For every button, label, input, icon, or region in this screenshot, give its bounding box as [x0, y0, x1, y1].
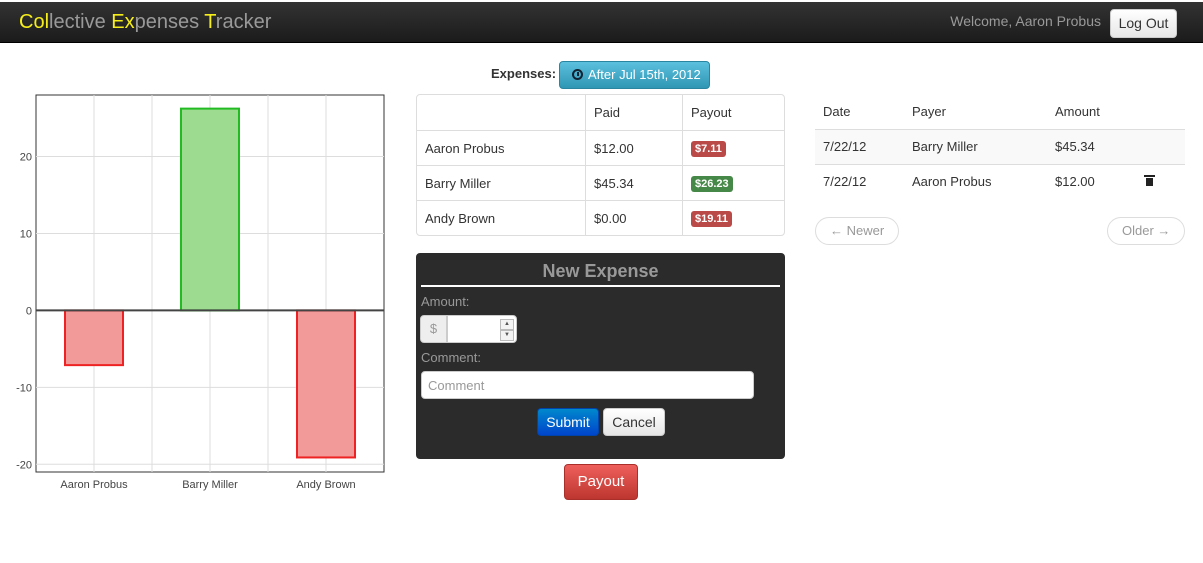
- table-row: 7/22/12 Barry Miller $45.34: [815, 128, 1185, 164]
- paid-amount: $45.34: [585, 165, 682, 200]
- spin-up-icon[interactable]: ▲: [500, 319, 514, 330]
- table-row: 7/22/12 Aaron Probus $12.00: [815, 163, 1185, 199]
- payout-chart-svg: -20 -10 0 10 20 Aaron Probus Barry Miller Andy …: [16, 94, 385, 491]
- y-tick-label: 10: [20, 228, 32, 240]
- y-tick-label: -10: [16, 382, 32, 394]
- expense-amount: $45.34: [1047, 128, 1137, 164]
- y-tick-label: 0: [26, 305, 32, 317]
- spin-down-icon[interactable]: ▼: [500, 330, 514, 341]
- brand-part: racker: [215, 11, 272, 33]
- expense-list-table: Date Payer Amount 7/22/12 Barry Miller $…: [815, 94, 1185, 199]
- payout-summary-table: Paid Payout Aaron Probus $12.00 $7.11 Ba…: [416, 94, 785, 236]
- welcome-text: Welcome, Aaron Probus: [950, 13, 1101, 29]
- currency-addon: $: [420, 315, 447, 343]
- cancel-button[interactable]: Cancel: [603, 408, 665, 436]
- y-tick-label: 20: [20, 152, 32, 164]
- brand-part: penses: [134, 11, 205, 33]
- column-header: Date: [823, 103, 851, 119]
- brand-part: lective: [49, 11, 112, 33]
- column-header: Payout: [682, 95, 784, 130]
- brand-part: T: [204, 11, 216, 33]
- paid-amount: $12.00: [585, 130, 682, 165]
- column-header: Amount: [1055, 103, 1100, 119]
- x-tick-label: Aaron Probus: [60, 479, 128, 491]
- table-header-row: Date Payer Amount: [815, 94, 1185, 129]
- expense-date: 7/22/12: [815, 128, 904, 164]
- navbar: Collective Expenses Tracker Welcome, Aar…: [0, 2, 1203, 43]
- person-name: Andy Brown: [417, 200, 585, 235]
- comment-input[interactable]: [421, 371, 754, 399]
- date-filter-button[interactable]: After Jul 15th, 2012: [559, 61, 710, 89]
- newer-button[interactable]: ← Newer: [815, 217, 900, 245]
- payout-badge: $26.23: [691, 175, 733, 192]
- payout-chart: -20 -10 0 10 20 Aaron Probus Barry Miller Andy …: [0, 90, 400, 500]
- y-tick-label: -20: [16, 459, 32, 471]
- table-row: Andy Brown $0.00 $19.11: [417, 200, 784, 235]
- payout-badge: $7.11: [691, 140, 726, 157]
- chart-bar: [64, 309, 124, 367]
- amount-label: Amount:: [421, 294, 470, 309]
- person-name: Barry Miller: [417, 165, 585, 200]
- x-tick-label: Andy Brown: [296, 479, 355, 491]
- expense-payer: Barry Miller: [904, 128, 1047, 164]
- trash-icon[interactable]: [1144, 175, 1155, 187]
- brand-part: Col: [19, 11, 50, 33]
- chart-bar: [296, 309, 356, 459]
- column-header: [417, 95, 585, 130]
- brand-part: Ex: [111, 11, 135, 33]
- paid-amount: $0.00: [585, 200, 682, 235]
- payout-badge: $19.11: [691, 210, 733, 227]
- amount-input[interactable]: ▲ ▼: [447, 315, 517, 343]
- chart-bar: [180, 107, 240, 312]
- new-expense-form: New Expense Amount: $ ▲ ▼ Comment: Submi…: [416, 253, 785, 459]
- table-row: Barry Miller $45.34 $26.23: [417, 165, 784, 200]
- table-row: Aaron Probus $12.00 $7.11: [417, 130, 784, 165]
- payout-button[interactable]: Payout: [564, 464, 638, 500]
- expense-payer: Aaron Probus: [904, 163, 1047, 199]
- submit-button[interactable]: Submit: [537, 408, 599, 436]
- person-name: Aaron Probus: [417, 130, 585, 165]
- app-brand[interactable]: Collective Expenses Tracker: [19, 11, 271, 34]
- form-title: New Expense: [421, 261, 780, 287]
- comment-label: Comment:: [421, 350, 481, 365]
- expense-date: 7/22/12: [815, 163, 904, 199]
- amount-group: $ ▲ ▼: [420, 315, 517, 343]
- clock-icon: [572, 69, 583, 80]
- logout-button[interactable]: Log Out: [1110, 9, 1177, 38]
- column-header: Paid: [585, 95, 682, 130]
- date-filter-label: After Jul 15th, 2012: [588, 67, 701, 82]
- table-header-row: Paid Payout: [417, 95, 784, 130]
- expenses-label: Expenses:: [491, 66, 557, 81]
- expense-amount: $12.00: [1047, 163, 1137, 199]
- x-tick-label: Barry Miller: [182, 479, 238, 491]
- column-header: Payer: [912, 103, 946, 119]
- older-button[interactable]: Older →: [1107, 217, 1186, 245]
